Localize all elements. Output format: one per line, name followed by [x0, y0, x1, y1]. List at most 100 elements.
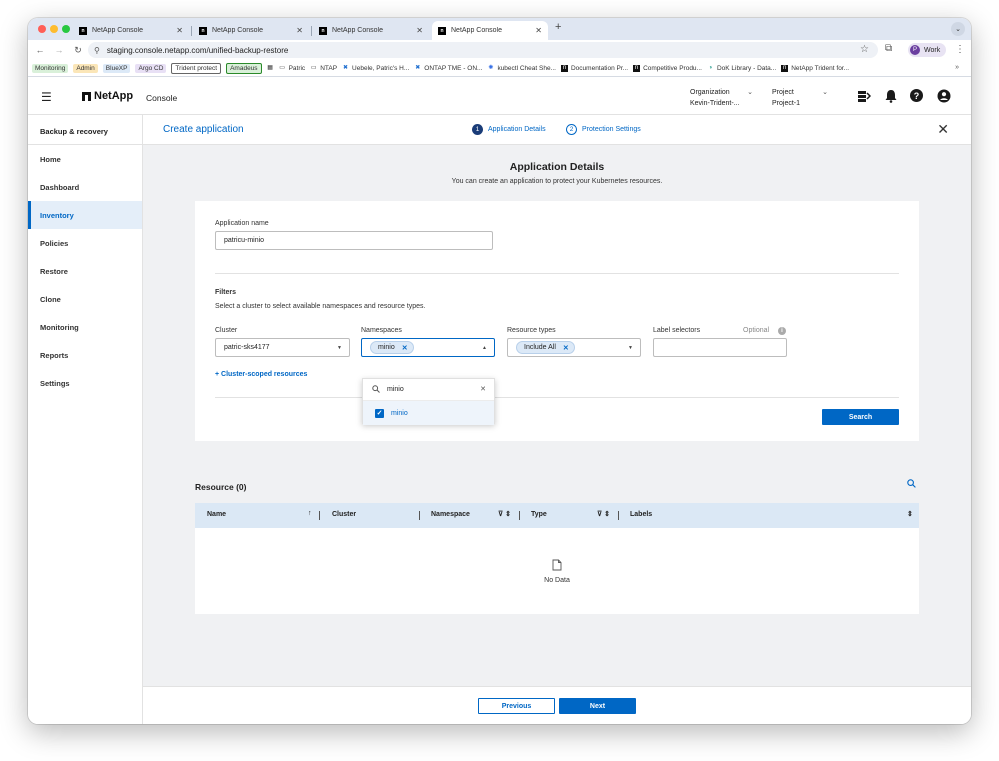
clear-search-icon[interactable]: ✕: [480, 385, 486, 393]
netapp-logo[interactable]: NetApp: [82, 90, 133, 102]
maximize-window-button[interactable]: [62, 25, 70, 33]
address-bar[interactable]: ⚲ staging.console.netapp.com/unified-bac…: [88, 42, 878, 58]
dropdown-option-minio[interactable]: ✓ minio: [363, 401, 494, 425]
user-account-icon[interactable]: [937, 89, 951, 103]
filter-sort-icon[interactable]: ⊽ ⇕: [597, 510, 610, 518]
bookmark-link[interactable]: n Competitive Produ...: [633, 64, 702, 72]
bookmark-link[interactable]: n NetApp Trident for...: [781, 64, 849, 72]
namespaces-select[interactable]: minio ✕ ▲: [361, 338, 495, 357]
sidebar-item-reports[interactable]: Reports: [28, 341, 142, 369]
bookmark-tag[interactable]: Trident protect: [171, 62, 222, 74]
close-tab-icon[interactable]: ✕: [176, 26, 183, 35]
close-tab-icon[interactable]: ✕: [296, 26, 303, 35]
resource-types-select[interactable]: Include All ✕ ▼: [507, 338, 641, 357]
browser-tab[interactable]: n NetApp Console ✕: [73, 21, 189, 40]
cluster-value: patric-sks4177: [224, 344, 270, 351]
step-number: 1: [472, 124, 483, 135]
bookmark-tag[interactable]: Argo CD: [135, 63, 167, 73]
sidebar-item-dashboard[interactable]: Dashboard: [28, 173, 142, 201]
bookmark-link[interactable]: ✺ kubectl Cheat She...: [487, 65, 556, 72]
new-tab-icon[interactable]: +: [555, 21, 561, 33]
search-icon[interactable]: [907, 479, 916, 490]
column-separator: [419, 511, 420, 520]
browser-tab-active[interactable]: n NetApp Console ✕: [432, 21, 548, 40]
caret-down-icon: ▼: [337, 345, 342, 351]
back-icon[interactable]: ←: [33, 45, 47, 55]
bookmark-link[interactable]: ✖ ONTAP TME - ON...: [414, 65, 482, 72]
empty-document-icon: [195, 559, 919, 574]
chevron-down-icon: ⌄: [822, 89, 828, 96]
notifications-bell-icon[interactable]: [884, 89, 898, 103]
browser-tab[interactable]: n NetApp Console ✕: [313, 21, 429, 40]
project-selector[interactable]: Project Project-1 ⌄: [772, 87, 828, 109]
column-header-name[interactable]: Name: [207, 511, 226, 518]
reload-icon[interactable]: ↻: [71, 45, 85, 56]
bookmark-tag[interactable]: Amadeus: [226, 62, 262, 74]
forward-icon[interactable]: →: [52, 45, 66, 55]
close-window-button[interactable]: [38, 25, 46, 33]
close-tab-icon[interactable]: ✕: [416, 26, 423, 35]
wizard-step-protection-settings[interactable]: 2 Protection Settings: [566, 124, 641, 135]
next-button[interactable]: Next: [559, 698, 636, 714]
checkbox-checked-icon[interactable]: ✓: [375, 408, 384, 418]
extensions-icon[interactable]: ⧉: [885, 43, 892, 54]
organization-selector[interactable]: Organization Kevin-Trident-... ⌄: [690, 87, 753, 109]
wizard-step-application-details[interactable]: 1 Application Details: [472, 124, 546, 135]
browser-tab[interactable]: n NetApp Console ✕: [193, 21, 309, 40]
bookmark-link[interactable]: ◑ DoK Library - Data...: [707, 65, 777, 72]
step-label: Application Details: [488, 126, 546, 133]
remove-chip-icon[interactable]: ✕: [402, 344, 408, 352]
browser-window: n NetApp Console ✕ n NetApp Console ✕ n …: [28, 18, 971, 724]
add-cluster-scoped-resources-button[interactable]: + Cluster-scoped resources: [215, 371, 307, 378]
sidebar-item-restore[interactable]: Restore: [28, 257, 142, 285]
bookmark-tag[interactable]: BlueXP: [102, 63, 131, 73]
filter-sort-icon[interactable]: ⊽ ⇕: [498, 510, 511, 518]
sidebar-item-policies[interactable]: Policies: [28, 229, 142, 257]
remove-chip-icon[interactable]: ✕: [563, 344, 569, 352]
hamburger-menu-icon[interactable]: ☰: [41, 90, 52, 104]
bookmark-label: ONTAP TME - ON...: [424, 64, 483, 72]
search-button[interactable]: Search: [822, 409, 899, 425]
column-header-type[interactable]: Type: [531, 511, 547, 518]
bookmark-folder[interactable]: ▭ Patric: [279, 65, 305, 72]
sidebar-item-home[interactable]: Home: [28, 145, 142, 173]
connector-icon[interactable]: [857, 89, 872, 103]
namespace-chip: minio ✕: [370, 341, 414, 354]
browser-menu-icon[interactable]: ⋮: [955, 44, 965, 55]
sort-ascending-icon[interactable]: ↑: [308, 510, 312, 517]
bookmark-link[interactable]: ✖ Uebele, Patric's H...: [342, 65, 409, 72]
tab-search-icon[interactable]: ⌄: [951, 22, 965, 36]
apps-grid-icon[interactable]: ▦: [267, 65, 274, 72]
previous-button[interactable]: Previous: [478, 698, 555, 714]
minimize-window-button[interactable]: [50, 25, 58, 33]
brand-name: NetApp: [94, 90, 134, 102]
bookmark-label: Uebele, Patric's H...: [352, 64, 410, 72]
column-header-labels[interactable]: Labels: [630, 511, 652, 518]
sidebar-item-clone[interactable]: Clone: [28, 285, 142, 313]
column-header-namespace[interactable]: Namespace: [431, 511, 470, 518]
more-bookmarks-icon[interactable]: »: [955, 64, 959, 71]
sort-icon[interactable]: ⇕: [907, 510, 913, 518]
site-settings-icon[interactable]: ⚲: [94, 46, 100, 55]
bookmark-tag[interactable]: Monitoring: [32, 63, 69, 73]
application-name-input[interactable]: patricu-minio: [215, 231, 493, 250]
close-tab-icon[interactable]: ✕: [535, 26, 542, 35]
product-name: Console: [146, 93, 178, 103]
bookmark-link[interactable]: n Documentation Pr...: [560, 64, 628, 72]
cluster-select[interactable]: patric-sks4177 ▼: [215, 338, 350, 357]
column-header-cluster[interactable]: Cluster: [332, 511, 356, 518]
folder-icon: ▭: [310, 64, 317, 71]
close-icon[interactable]: ✕: [937, 121, 949, 138]
sidebar-item-settings[interactable]: Settings: [28, 369, 142, 397]
label-selectors-input[interactable]: [653, 338, 787, 357]
profile-button[interactable]: P Work: [908, 43, 947, 57]
bookmark-tag[interactable]: Admin: [73, 63, 98, 73]
help-icon[interactable]: ?: [910, 89, 924, 103]
bookmark-folder[interactable]: ▭ NTAP: [310, 65, 337, 72]
sidebar-item-monitoring[interactable]: Monitoring: [28, 313, 142, 341]
resource-table: Name ↑ Cluster Namespace ⊽ ⇕ Type ⊽ ⇕ La…: [195, 503, 919, 614]
bookmark-star-icon[interactable]: ☆: [860, 44, 869, 55]
dropdown-search[interactable]: minio ✕: [363, 379, 494, 401]
info-icon[interactable]: i: [778, 327, 786, 335]
sidebar-item-inventory[interactable]: Inventory: [28, 201, 142, 229]
